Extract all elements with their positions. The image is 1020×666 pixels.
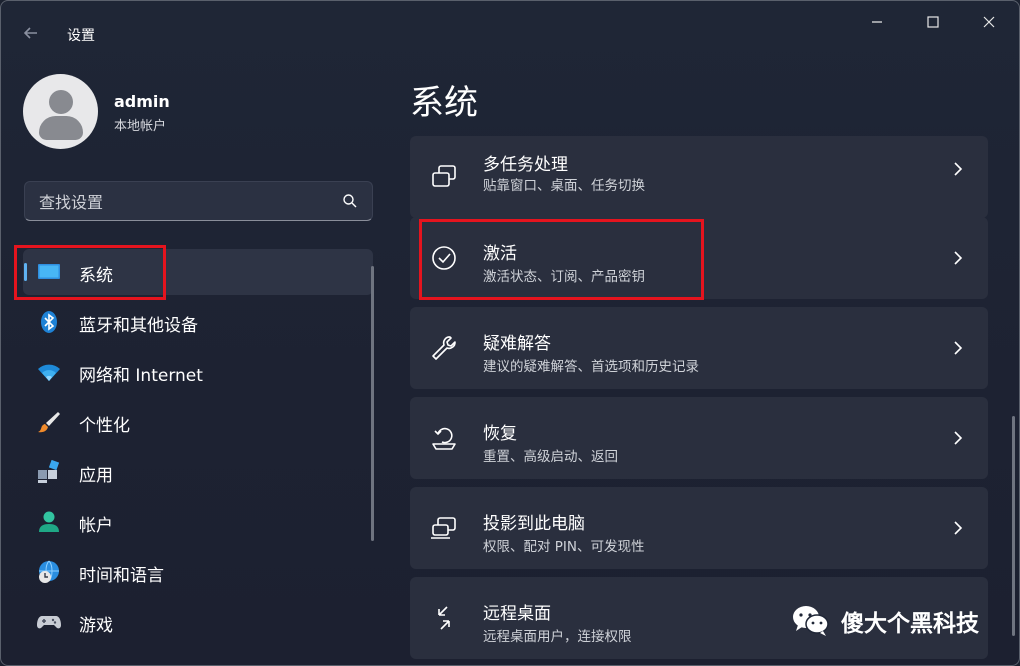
card-title: 恢复 — [483, 424, 517, 444]
chevron-right-icon — [954, 341, 963, 355]
chevron-right-icon — [954, 251, 963, 265]
recovery-icon — [432, 427, 456, 450]
sidebar-nav: 系统 蓝牙和其他设备 网络和 Internet 个性化 应用 帐户 时间和语言 — [23, 249, 373, 649]
chevron-right-icon — [954, 431, 963, 445]
card-subtitle: 建议的疑难解答、首选项和历史记录 — [483, 359, 699, 375]
card-subtitle: 重置、高级启动、返回 — [483, 449, 618, 465]
highlight-box-activation — [419, 219, 704, 300]
sidebar-item-label: 网络和 Internet — [79, 366, 203, 386]
close-button[interactable] — [969, 11, 1009, 35]
minimize-button[interactable] — [857, 11, 897, 35]
wrench-icon — [432, 336, 456, 360]
sidebar-item-label: 个性化 — [79, 416, 130, 436]
avatar-body — [39, 116, 83, 140]
chevron-right-icon — [954, 521, 963, 535]
chevron-right-icon — [954, 162, 963, 176]
projection-icon — [431, 517, 456, 539]
card-troubleshoot[interactable]: 疑难解答 建议的疑难解答、首选项和历史记录 — [410, 307, 988, 389]
wifi-icon — [38, 364, 60, 381]
bluetooth-icon — [41, 311, 57, 333]
search-icon[interactable] — [342, 193, 358, 209]
account-type: 本地帐户 — [114, 119, 167, 134]
sidebar-item-label: 蓝牙和其他设备 — [79, 316, 198, 336]
sidebar-item-label: 应用 — [79, 466, 113, 486]
watermark: 傻大个黑科技 — [791, 601, 979, 641]
card-title: 多任务处理 — [483, 155, 568, 175]
maximize-icon — [927, 16, 939, 28]
watermark-text: 傻大个黑科技 — [841, 611, 979, 637]
card-title: 远程桌面 — [483, 604, 551, 624]
back-arrow-icon — [23, 27, 37, 39]
highlight-box-system — [14, 245, 166, 300]
sidebar-item-bluetooth[interactable]: 蓝牙和其他设备 — [23, 299, 373, 345]
card-recovery[interactable]: 恢复 重置、高级启动、返回 — [410, 397, 988, 479]
search-input[interactable] — [37, 182, 331, 222]
content-scrollbar[interactable] — [1012, 416, 1015, 636]
card-multitasking[interactable]: 多任务处理 贴靠窗口、桌面、任务切换 — [410, 136, 988, 218]
settings-window: 设置 admin 本地帐户 系统 蓝牙和其他设备 网络和 Internet — [0, 0, 1020, 666]
sidebar-item-accounts[interactable]: 帐户 — [23, 499, 373, 545]
sidebar-item-label: 游戏 — [79, 616, 113, 636]
sidebar-item-network[interactable]: 网络和 Internet — [23, 349, 373, 395]
app-title: 设置 — [67, 28, 95, 44]
apps-icon — [38, 460, 60, 483]
card-subtitle: 远程桌面用户，连接权限 — [483, 629, 632, 645]
sidebar-item-gaming[interactable]: 游戏 — [23, 599, 373, 645]
paintbrush-icon — [38, 412, 60, 433]
sidebar-scrollbar[interactable] — [371, 266, 374, 541]
close-icon — [983, 16, 995, 28]
sidebar-item-time-language[interactable]: 时间和语言 — [23, 549, 373, 595]
avatar-head — [49, 90, 73, 114]
search-box[interactable] — [24, 181, 373, 222]
card-projection[interactable]: 投影到此电脑 权限、配对 PIN、可发现性 — [410, 487, 988, 569]
multitasking-icon — [432, 165, 456, 187]
page-title: 系统 — [410, 83, 478, 123]
wechat-logo-icon — [793, 606, 829, 636]
sidebar-item-apps[interactable]: 应用 — [23, 449, 373, 495]
sidebar-item-label: 帐户 — [79, 516, 113, 536]
maximize-button[interactable] — [913, 11, 953, 35]
card-title: 投影到此电脑 — [483, 514, 585, 534]
card-subtitle: 权限、配对 PIN、可发现性 — [483, 539, 645, 555]
avatar[interactable] — [23, 74, 98, 149]
sidebar-item-personalization[interactable]: 个性化 — [23, 399, 373, 445]
minimize-icon — [872, 21, 882, 23]
card-subtitle: 贴靠窗口、桌面、任务切换 — [483, 178, 645, 194]
back-button[interactable] — [21, 23, 45, 47]
sidebar-item-label: 时间和语言 — [79, 566, 164, 586]
person-icon — [39, 511, 59, 532]
globe-clock-icon — [39, 560, 59, 583]
gamepad-icon — [37, 616, 61, 629]
account-name: admin — [114, 92, 170, 111]
remote-desktop-icon — [438, 606, 450, 630]
card-title: 疑难解答 — [483, 334, 551, 354]
